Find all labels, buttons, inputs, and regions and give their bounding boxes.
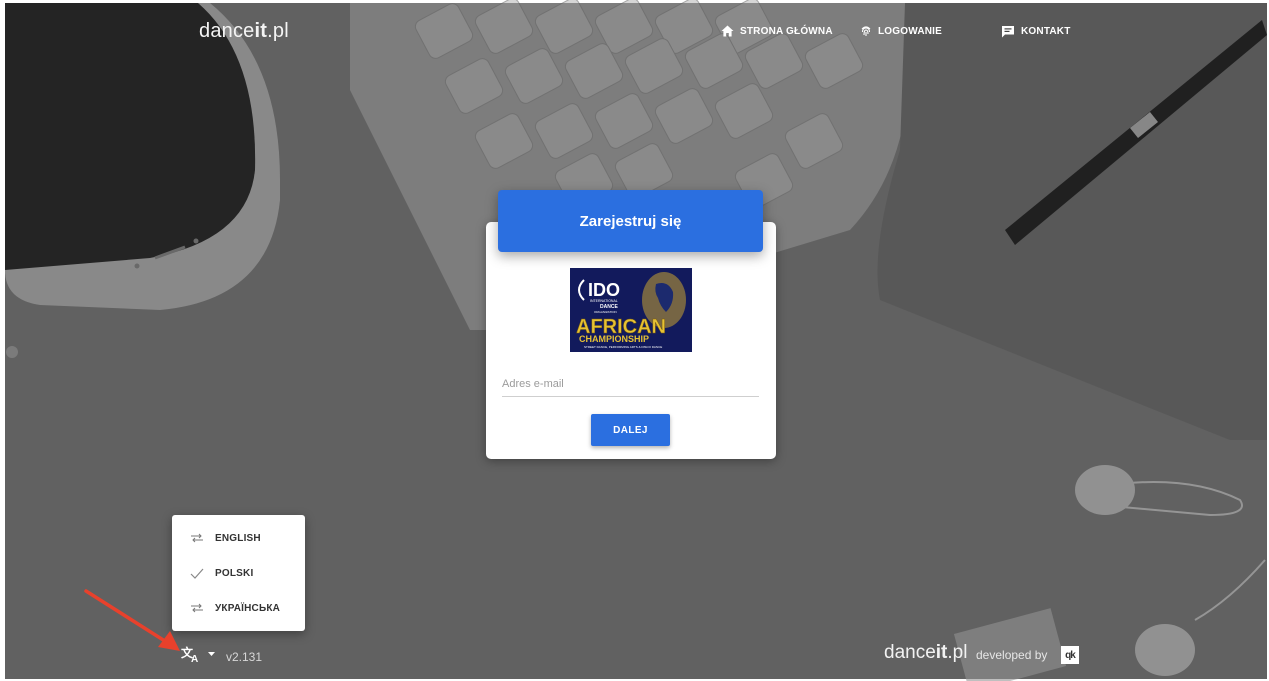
- language-switch-button[interactable]: 文 A: [181, 645, 215, 663]
- nav-contact-label: KONTAKT: [1021, 26, 1071, 37]
- email-input[interactable]: [502, 372, 759, 397]
- svg-text:A: A: [191, 654, 198, 663]
- language-menu: ENGLISH POLSKI УКРАЇНСЬКА: [172, 515, 305, 631]
- check-icon: [188, 568, 206, 579]
- header-brand-logo[interactable]: danceit.pl: [199, 20, 289, 43]
- footer-brand-logo[interactable]: danceit.pl: [884, 642, 967, 664]
- logo-tagline-text: STREET DANCE, PERFORMING ARTS & DISCO DA…: [584, 345, 662, 349]
- language-option-label: ENGLISH: [215, 532, 261, 544]
- event-logo-graphic: IDO INTERNATIONAL DANCE ORGANIZATION AFR…: [570, 268, 692, 352]
- logo-championship-text: CHAMPIONSHIP: [579, 334, 649, 344]
- message-icon: [1002, 26, 1014, 38]
- swap-icon: [188, 603, 206, 613]
- language-option-ukrainian[interactable]: УКРАЇНСЬКА: [172, 593, 305, 623]
- home-icon: [721, 25, 734, 37]
- event-logo: IDO INTERNATIONAL DANCE ORGANIZATION AFR…: [570, 268, 692, 352]
- caret-down-icon: [208, 651, 215, 656]
- nav-contact-link[interactable]: KONTAKT: [1001, 25, 1071, 38]
- developer-logo[interactable]: qk: [1061, 646, 1079, 664]
- swap-icon: [188, 533, 206, 543]
- logo-international-text: INTERNATIONAL: [590, 299, 618, 303]
- red-arrow-annotation: [84, 589, 180, 651]
- language-option-label: УКРАЇНСЬКА: [215, 602, 281, 614]
- register-card-header: Zarejestruj się: [498, 190, 763, 252]
- register-title: Zarejestruj się: [579, 212, 682, 230]
- developed-by-label: developed by: [976, 648, 1048, 662]
- nav-login-label: LOGOWANIE: [878, 25, 943, 37]
- version-label: v2.131: [226, 650, 263, 664]
- language-option-english[interactable]: ENGLISH: [172, 523, 305, 553]
- email-field-wrapper: [502, 372, 759, 397]
- language-option-polski[interactable]: POLSKI: [172, 558, 305, 588]
- nav-home-link[interactable]: STRONA GŁÓWNA: [721, 25, 833, 37]
- logo-ido-text: IDO: [588, 280, 620, 300]
- logo-organization-text: ORGANIZATION: [594, 310, 617, 314]
- language-option-label: POLSKI: [215, 567, 254, 579]
- next-button[interactable]: DALEJ: [591, 414, 670, 446]
- nav-home-label: STRONA GŁÓWNA: [740, 25, 833, 37]
- fingerprint-icon: [861, 26, 871, 36]
- nav-login-link[interactable]: LOGOWANIE: [860, 25, 942, 37]
- translate-icon: 文 A: [181, 645, 198, 663]
